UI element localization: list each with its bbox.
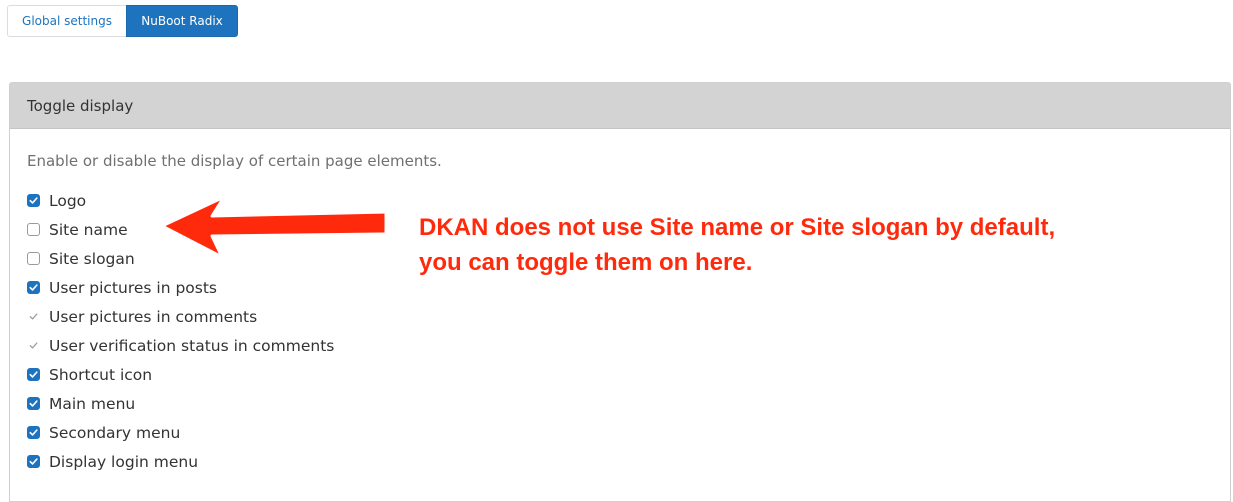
tab-nuboot-radix[interactable]: NuBoot Radix bbox=[126, 5, 238, 37]
checkbox-label: Main menu bbox=[49, 394, 136, 413]
annotation-line-2: you can toggle them on here. bbox=[419, 249, 753, 276]
checkbox-input[interactable] bbox=[27, 426, 40, 439]
checkbox-user-pictures-in-comments: User pictures in comments bbox=[27, 302, 334, 331]
checkbox-input[interactable] bbox=[27, 194, 40, 207]
checkbox-label: Site name bbox=[49, 220, 128, 239]
annotation-text: DKAN does not use Site name or Site slog… bbox=[419, 210, 1055, 280]
checkbox-input[interactable] bbox=[27, 455, 40, 468]
checkbox-label: Display login menu bbox=[49, 452, 199, 471]
checkbox-display-login-menu[interactable]: Display login menu bbox=[27, 447, 334, 476]
checkbox-input[interactable] bbox=[27, 223, 40, 236]
checkbox-input[interactable] bbox=[27, 281, 40, 294]
checkbox-user-verification-status-in-comments: User verification status in comments bbox=[27, 331, 334, 360]
checkbox-label: User verification status in comments bbox=[49, 336, 335, 355]
vertical-tabs-nav: Global settings NuBoot Radix bbox=[7, 5, 238, 37]
checkbox-input[interactable] bbox=[27, 368, 40, 381]
checkbox-user-pictures-in-posts[interactable]: User pictures in posts bbox=[27, 273, 334, 302]
checkbox-label: Logo bbox=[49, 191, 87, 210]
checkbox-secondary-menu[interactable]: Secondary menu bbox=[27, 418, 334, 447]
toggle-display-fieldset: Toggle display Enable or disable the dis… bbox=[9, 82, 1231, 502]
checkbox-label: Site slogan bbox=[49, 249, 135, 268]
checkbox-input bbox=[27, 339, 40, 352]
tab-global-settings[interactable]: Global settings bbox=[7, 5, 126, 37]
checkbox-label: User pictures in comments bbox=[49, 307, 258, 326]
checkbox-input[interactable] bbox=[27, 397, 40, 410]
red-arrow-icon bbox=[160, 195, 388, 259]
annotation-line-1: DKAN does not use Site name or Site slog… bbox=[419, 214, 1056, 241]
checkbox-input[interactable] bbox=[27, 252, 40, 265]
fieldset-legend[interactable]: Toggle display bbox=[10, 83, 1230, 129]
checkbox-label: Shortcut icon bbox=[49, 365, 153, 384]
checkbox-input bbox=[27, 310, 40, 323]
checkbox-label: Secondary menu bbox=[49, 423, 181, 442]
checkbox-main-menu[interactable]: Main menu bbox=[27, 389, 334, 418]
checkbox-label: User pictures in posts bbox=[49, 278, 218, 297]
fieldset-description: Enable or disable the display of certain… bbox=[27, 152, 442, 170]
checkbox-shortcut-icon[interactable]: Shortcut icon bbox=[27, 360, 334, 389]
